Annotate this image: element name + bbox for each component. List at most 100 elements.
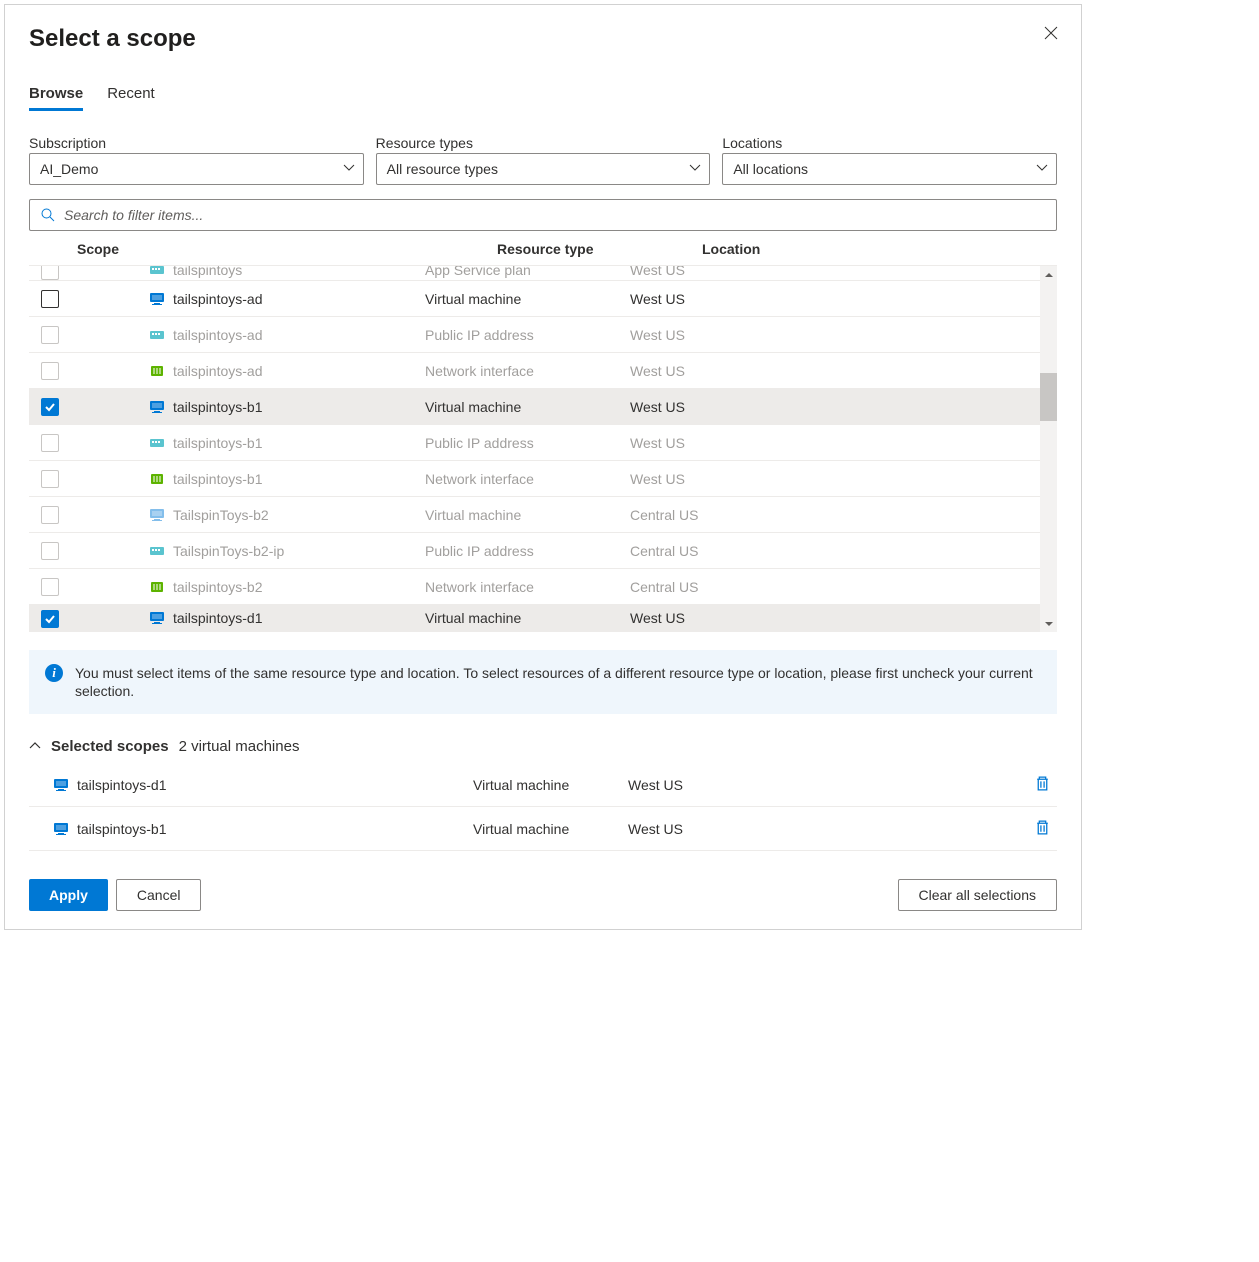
resource-type: Virtual machine xyxy=(425,610,630,628)
scroll-up-button[interactable] xyxy=(1040,266,1057,283)
delete-selection-button[interactable] xyxy=(1034,775,1057,795)
vm-icon xyxy=(53,777,69,793)
cancel-button[interactable]: Cancel xyxy=(116,879,202,911)
table-row: TailspinToys-b2-ip Public IP addressCentr… xyxy=(29,533,1057,569)
resource-location: West US xyxy=(630,399,1057,415)
resource-location: West US xyxy=(630,435,1057,451)
table-row: tailspintoys-b1Network interfaceWest US xyxy=(29,461,1057,497)
row-checkbox xyxy=(41,326,59,344)
resource-name: tailspintoys-ad xyxy=(173,363,263,379)
resource-name: tailspintoys-b1 xyxy=(173,435,263,451)
chevron-down-icon xyxy=(343,161,355,177)
resource-type: Network interface xyxy=(425,363,630,379)
resource-type-icon xyxy=(149,291,165,307)
row-checkbox xyxy=(41,542,59,560)
resource-type-icon xyxy=(149,363,165,379)
resource-location: West US xyxy=(630,610,1057,628)
row-checkbox xyxy=(41,506,59,524)
row-checkbox[interactable] xyxy=(41,610,59,628)
table-row: tailspintoys-b2 Network interfaceCentral … xyxy=(29,569,1057,605)
locations-label: Locations xyxy=(722,135,1057,151)
selected-scopes-header[interactable]: Selected scopes 2 virtual machines xyxy=(29,738,1057,755)
table-row[interactable]: tailspintoys-b1 Virtual machineWest US xyxy=(29,389,1057,425)
selected-item-type: Virtual machine xyxy=(473,777,628,793)
selected-scopes-section: Selected scopes 2 virtual machines tails… xyxy=(29,738,1057,851)
locations-select[interactable]: All locations xyxy=(722,153,1057,185)
table-row[interactable]: tailspintoys-adVirtual machineWest US xyxy=(29,281,1057,317)
resource-location: Central US xyxy=(630,579,1057,595)
resource-types-value: All resource types xyxy=(387,161,498,177)
vm-icon xyxy=(53,821,69,837)
selected-scopes-count: 2 virtual machines xyxy=(179,738,300,755)
resource-name: tailspintoys-ad xyxy=(173,327,263,343)
resource-name: tailspintoys-b2 xyxy=(173,579,263,595)
row-checkbox[interactable] xyxy=(41,398,59,416)
resource-name: tailspintoys xyxy=(173,266,242,278)
col-type: Resource type xyxy=(497,241,702,257)
clear-selections-button[interactable]: Clear all selections xyxy=(898,879,1058,911)
resource-type-icon xyxy=(149,579,165,595)
delete-selection-button[interactable] xyxy=(1034,819,1057,839)
table-row: tailspintoysApp Service planWest US xyxy=(29,266,1057,281)
row-checkbox xyxy=(41,266,59,280)
footer: Apply Cancel Clear all selections xyxy=(29,879,1057,911)
resource-type: Virtual machine xyxy=(425,507,630,523)
trash-icon xyxy=(1034,819,1051,836)
close-icon xyxy=(1043,25,1059,41)
scroll-track[interactable] xyxy=(1040,283,1057,615)
resource-name: tailspintoys-b1 xyxy=(173,471,263,487)
resource-location: West US xyxy=(630,471,1057,487)
subscription-select[interactable]: AI_Demo xyxy=(29,153,364,185)
col-scope: Scope xyxy=(77,241,497,257)
chevron-down-icon xyxy=(1036,161,1048,177)
resource-name: tailspintoys-ad xyxy=(173,291,263,307)
selected-scopes-label: Selected scopes xyxy=(51,738,169,755)
row-checkbox xyxy=(41,578,59,596)
search-bar[interactable] xyxy=(29,199,1057,231)
resource-location: West US xyxy=(630,327,1057,343)
scroll-thumb[interactable] xyxy=(1040,373,1057,421)
resource-name: tailspintoys-d1 xyxy=(173,610,263,626)
tab-browse[interactable]: Browse xyxy=(29,85,83,111)
dialog-title: Select a scope xyxy=(29,25,1057,53)
resource-type-icon xyxy=(149,435,165,451)
resource-type: Virtual machine xyxy=(425,399,630,415)
tab-recent[interactable]: Recent xyxy=(107,85,155,111)
selected-item-location: West US xyxy=(628,821,1034,837)
resource-location: Central US xyxy=(630,543,1057,559)
chevron-down-icon xyxy=(689,161,701,177)
locations-value: All locations xyxy=(733,161,808,177)
search-icon xyxy=(40,207,56,223)
table-row[interactable]: tailspintoys-d1 Virtual machineWest US xyxy=(29,605,1057,632)
subscription-label: Subscription xyxy=(29,135,364,151)
resource-name: TailspinToys-b2-ip xyxy=(173,543,284,559)
scroll-down-button[interactable] xyxy=(1040,615,1057,632)
close-button[interactable] xyxy=(1043,25,1063,45)
resource-type: App Service plan xyxy=(425,266,630,280)
table-row: TailspinToys-b2Virtual machineCentral US xyxy=(29,497,1057,533)
scrollbar[interactable] xyxy=(1040,266,1057,632)
resource-type: Public IP address xyxy=(425,435,630,451)
resource-name: tailspintoys-b1 xyxy=(173,399,263,415)
resource-types-select[interactable]: All resource types xyxy=(376,153,711,185)
resource-type: Virtual machine xyxy=(425,291,630,307)
resource-type-icon xyxy=(149,507,165,523)
resource-type-icon xyxy=(149,327,165,343)
search-input[interactable] xyxy=(64,207,1046,223)
resource-name: TailspinToys-b2 xyxy=(173,507,269,523)
resource-types-label: Resource types xyxy=(376,135,711,151)
resource-type: Network interface xyxy=(425,579,630,595)
resource-type-icon xyxy=(149,266,165,278)
resource-type: Public IP address xyxy=(425,543,630,559)
table-row: tailspintoys-adNetwork interfaceWest US xyxy=(29,353,1057,389)
row-checkbox[interactable] xyxy=(41,290,59,308)
resource-table: tailspintoysApp Service planWest UStails… xyxy=(29,265,1057,632)
resource-type-icon xyxy=(149,399,165,415)
apply-button[interactable]: Apply xyxy=(29,879,108,911)
select-scope-dialog: Select a scope Browse Recent Subscriptio… xyxy=(4,4,1082,930)
table-header: Scope Resource type Location xyxy=(29,231,1057,265)
resource-type: Public IP address xyxy=(425,327,630,343)
selected-item-name: tailspintoys-d1 xyxy=(77,777,167,793)
selected-item-location: West US xyxy=(628,777,1034,793)
info-icon: i xyxy=(45,664,63,682)
